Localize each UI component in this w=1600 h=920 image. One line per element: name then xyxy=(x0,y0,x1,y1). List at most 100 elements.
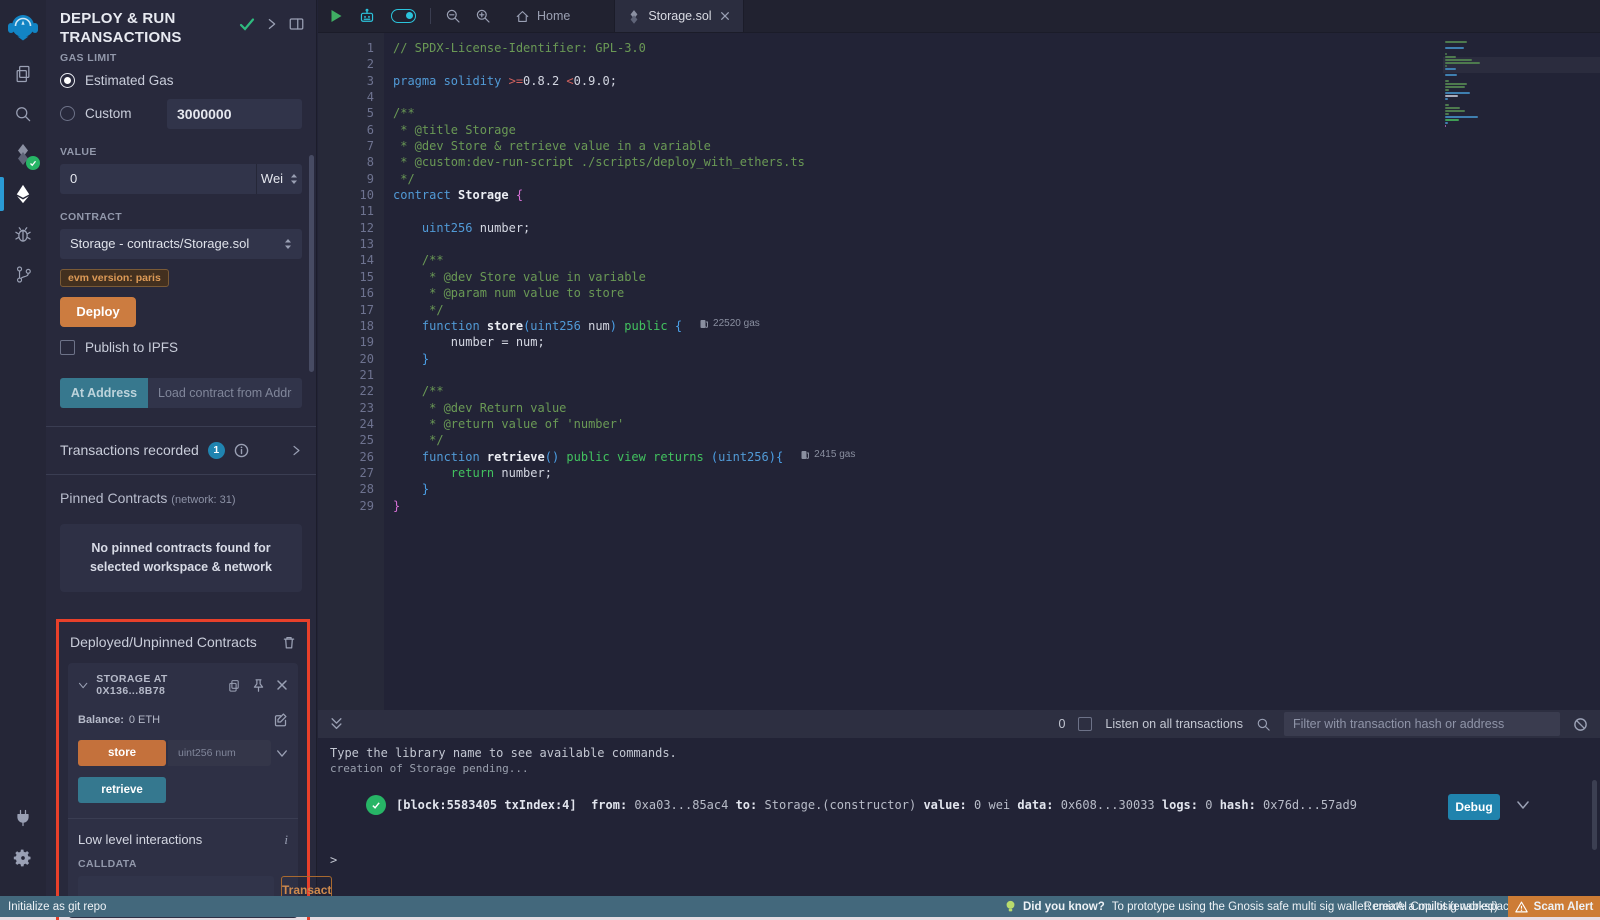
terminal-filter-input[interactable] xyxy=(1284,712,1560,736)
contract-select[interactable]: Storage - contracts/Storage.sol xyxy=(60,229,302,259)
tab-label: Storage.sol xyxy=(648,9,711,23)
sidebar-item-plugin-manager[interactable] xyxy=(0,798,46,838)
code-line: /** xyxy=(393,252,1600,268)
store-arg-input[interactable] xyxy=(168,740,271,766)
terminal-search-icon[interactable] xyxy=(1256,717,1271,732)
warning-icon xyxy=(1515,901,1528,913)
contract-select-value: Storage - contracts/Storage.sol xyxy=(70,236,284,251)
code-line: */ xyxy=(393,171,1600,187)
tx-success-icon xyxy=(366,795,386,815)
gas-estimate: 2415 gas xyxy=(801,449,855,460)
copilot-toggle[interactable] xyxy=(391,9,416,23)
sidebar-item-deploy-run[interactable] xyxy=(0,174,46,214)
pin-panel-icon[interactable] xyxy=(289,17,304,31)
compile-success-badge xyxy=(26,156,40,170)
tab-storage-sol[interactable]: Storage.sol xyxy=(614,0,743,32)
sidebar-item-git[interactable] xyxy=(0,254,46,294)
run-script-icon[interactable] xyxy=(330,9,343,23)
clear-console-icon[interactable] xyxy=(1573,717,1588,732)
search-icon xyxy=(13,104,33,124)
sidebar-item-search[interactable] xyxy=(0,94,46,134)
code-line: /** xyxy=(393,105,1600,121)
info-icon[interactable] xyxy=(234,443,249,458)
listen-all-label: Listen on all transactions xyxy=(1105,717,1243,731)
estimated-gas-radio[interactable] xyxy=(60,73,75,88)
custom-gas-radio[interactable] xyxy=(60,106,75,121)
sidebar-item-file-explorer[interactable] xyxy=(0,54,46,94)
code-line: } xyxy=(393,498,1600,514)
terminal: 0 Listen on all transactions Type the li… xyxy=(318,710,1600,896)
value-input[interactable] xyxy=(60,164,256,194)
terminal-line: creation of Storage pending... xyxy=(330,761,1600,777)
sidebar-item-solidity-compiler[interactable] xyxy=(0,134,46,174)
value-unit-select[interactable]: Wei xyxy=(256,164,302,194)
code-line: function retrieve() public view returns … xyxy=(393,449,1600,465)
updown-icon xyxy=(290,173,298,185)
plug-icon xyxy=(13,808,33,828)
close-tab-icon[interactable] xyxy=(720,11,730,21)
expand-tx-icon[interactable] xyxy=(1516,800,1530,810)
gas-estimate: 22520 gas xyxy=(700,318,760,329)
tab-home[interactable]: Home xyxy=(505,9,580,24)
estimated-gas-label: Estimated Gas xyxy=(85,73,174,88)
remix-logo-icon xyxy=(7,11,39,43)
custom-gas-input[interactable] xyxy=(167,99,302,129)
code-line: } xyxy=(393,481,1600,497)
gas-limit-label: GAS LIMIT xyxy=(60,52,302,64)
deployed-contract-card: STORAGE AT 0X136...8B78 Balance: 0 ETH s… xyxy=(68,663,298,918)
collapse-terminal-icon[interactable] xyxy=(330,717,343,731)
deployed-contract-title: STORAGE AT 0X136...8B78 xyxy=(96,673,219,697)
side-panel-scrollbar[interactable] xyxy=(309,155,314,372)
trash-icon[interactable] xyxy=(282,635,296,650)
debug-button[interactable]: Debug xyxy=(1448,794,1500,820)
remix-logo[interactable] xyxy=(0,0,46,54)
transaction-log-row[interactable]: [block:5583405 txIndex:4] from: 0xa03...… xyxy=(366,795,1357,815)
transactions-recorded-row[interactable]: Transactions recorded 1 xyxy=(60,427,302,474)
remixai-robot-icon[interactable] xyxy=(357,7,377,26)
balance-value: 0 ETH xyxy=(129,714,160,726)
terminal-prompt[interactable]: > xyxy=(330,852,337,868)
code-line: } xyxy=(393,351,1600,367)
home-label: Home xyxy=(537,9,570,23)
store-function-button[interactable]: store xyxy=(78,740,166,766)
chevron-down-icon[interactable] xyxy=(78,681,88,690)
pin-icon[interactable] xyxy=(252,678,265,693)
sidebar-item-settings[interactable] xyxy=(0,838,46,878)
terminal-body[interactable]: Type the library name to see available c… xyxy=(318,738,1600,896)
git-init-status[interactable]: Initialize as git repo xyxy=(8,901,106,913)
at-address-button[interactable]: At Address xyxy=(60,378,148,408)
code-line: uint256 number; xyxy=(393,220,1600,236)
zoom-in-icon[interactable] xyxy=(475,8,491,24)
at-address-input[interactable] xyxy=(148,378,302,408)
scam-alert-button[interactable]: Scam Alert xyxy=(1508,896,1600,917)
close-icon[interactable] xyxy=(276,679,288,691)
publish-ipfs-checkbox[interactable] xyxy=(60,340,75,355)
code-line: /** xyxy=(393,383,1600,399)
editor-area: Home Storage.sol 12345678910111213141516… xyxy=(318,0,1600,710)
code-line: * @title Storage xyxy=(393,122,1600,138)
listen-all-checkbox[interactable] xyxy=(1078,717,1092,731)
code-lines[interactable]: // SPDX-License-Identifier: GPL-3.0pragm… xyxy=(384,33,1600,710)
gutter: 1234567891011121314151617181920212223242… xyxy=(318,33,384,710)
copilot-status[interactable]: RemixAI Copilot (enabled) xyxy=(1364,901,1498,913)
minimap[interactable] xyxy=(1445,41,1515,128)
sidebar-item-debugger[interactable] xyxy=(0,214,46,254)
code-line xyxy=(393,56,1600,72)
value-label: VALUE xyxy=(60,146,302,158)
edit-icon[interactable] xyxy=(273,712,288,727)
copy-icon[interactable] xyxy=(227,678,241,693)
zoom-out-icon[interactable] xyxy=(445,8,461,24)
deploy-button[interactable]: Deploy xyxy=(60,297,136,327)
code-line: * @dev Store & retrieve value in a varia… xyxy=(393,138,1600,154)
expand-args-icon[interactable] xyxy=(276,749,288,758)
code-line: * @param num value to store xyxy=(393,285,1600,301)
code-line xyxy=(393,236,1600,252)
panel-expand-icon[interactable] xyxy=(266,17,278,31)
retrieve-function-button[interactable]: retrieve xyxy=(78,777,166,803)
chevron-right-icon[interactable] xyxy=(291,444,302,457)
tx-log-text: [block:5583405 txIndex:4] from: 0xa03...… xyxy=(396,798,1357,812)
terminal-scrollbar[interactable] xyxy=(1592,780,1597,850)
code-line: number = num; xyxy=(393,334,1600,350)
low-level-info-icon[interactable]: i xyxy=(284,832,288,848)
tip-title: Did you know? xyxy=(1023,901,1105,913)
